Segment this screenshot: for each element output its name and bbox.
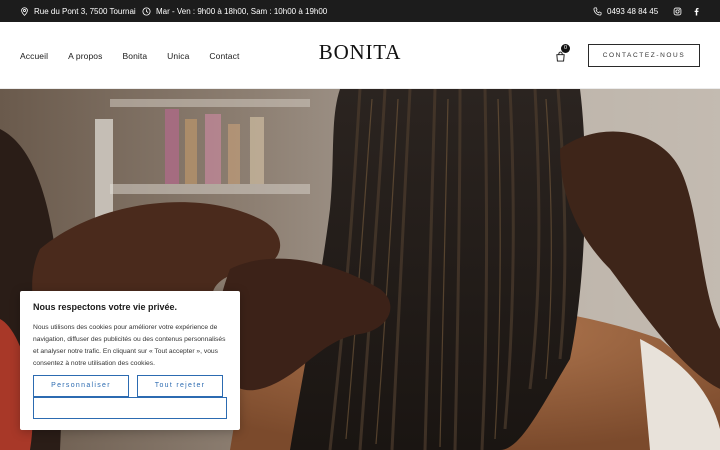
- site-header: Accueil A propos Bonita Unica Contact BO…: [0, 22, 720, 89]
- phone-text: 0493 48 84 45: [607, 6, 659, 16]
- phone-icon: [593, 7, 602, 15]
- facebook-link[interactable]: [692, 0, 706, 22]
- instagram-icon: [673, 7, 682, 15]
- contact-us-button[interactable]: CONTACTEZ-NOUS: [588, 44, 700, 67]
- top-info-bar: Rue du Pont 3, 7500 Tournai Mar - Ven : …: [0, 0, 720, 22]
- address-text: Rue du Pont 3, 7500 Tournai: [34, 6, 136, 16]
- cookie-title: Nous respectons votre vie privée.: [33, 302, 178, 312]
- map-pin-icon: [21, 6, 28, 16]
- reject-all-cookies-button[interactable]: Tout rejeter: [137, 375, 223, 397]
- clock-icon: [142, 6, 151, 16]
- accept-all-cookies-button[interactable]: [33, 397, 227, 419]
- phone-link[interactable]: 0493 48 84 45: [593, 0, 658, 22]
- cookie-consent-banner: Nous respectons votre vie privée. Nous u…: [20, 291, 240, 430]
- hours-text: Mar - Ven : 9h00 à 18h00, Sam : 10h00 à …: [156, 6, 328, 16]
- cookie-description: Nous utilisons des cookies pour améliore…: [33, 324, 226, 367]
- facebook-icon: [694, 7, 699, 16]
- address-info: Rue du Pont 3, 7500 Tournai: [20, 0, 136, 22]
- cart-count-badge: 0: [561, 44, 570, 53]
- hours-info: Mar - Ven : 9h00 à 18h00, Sam : 10h00 à …: [142, 0, 327, 22]
- cart-button[interactable]: 0: [555, 44, 570, 62]
- customize-cookies-button[interactable]: Personnaliser: [33, 375, 129, 397]
- instagram-link[interactable]: [673, 0, 687, 22]
